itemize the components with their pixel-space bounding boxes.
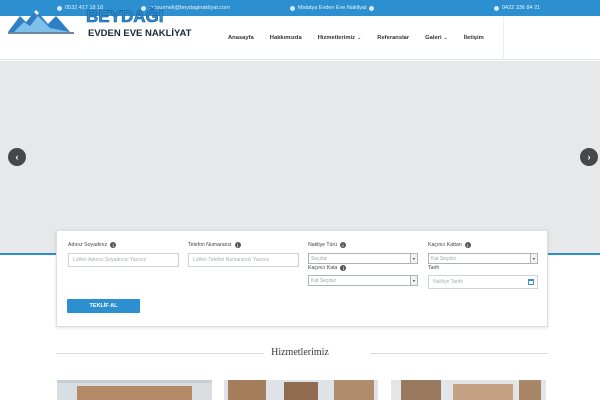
- hero-slider: [0, 61, 600, 255]
- to-floor-select-value: Kat Seçiniz: [311, 277, 337, 284]
- nav-item-gallery[interactable]: Galeri ⌄: [417, 16, 456, 60]
- info-icon[interactable]: i: [234, 242, 241, 248]
- nav-item-services[interactable]: Hizmetlerimiz ⌄: [310, 16, 370, 60]
- name-input[interactable]: Lütfen Adınızı Soyadınızı Yazınız: [68, 253, 179, 267]
- nav-item-label: Hizmetlerimiz: [317, 35, 356, 41]
- nav-item-label: Anasayfa: [228, 35, 254, 41]
- service-card[interactable]: [224, 380, 378, 400]
- from-floor-select[interactable]: Kat Seçiniz ▾: [428, 253, 538, 264]
- title-line-right: [370, 353, 548, 354]
- phone-input[interactable]: Lütfen Telefon Numaranızı Yazınız: [188, 253, 299, 267]
- service-card[interactable]: [57, 380, 212, 400]
- chevron-right-icon: ›: [587, 152, 591, 162]
- info-icon[interactable]: i: [110, 242, 117, 248]
- date-label: Tarih: [428, 265, 439, 271]
- name-label: Adınız Soyadınız i: [68, 242, 117, 248]
- site-logo[interactable]: BEYDAĞI EVDEN EVE NAKLİYAT: [8, 4, 193, 40]
- location-icon: [290, 5, 295, 11]
- nav-item-label: İletişim: [463, 35, 484, 41]
- type-label: Nakliye Türü i: [308, 242, 347, 248]
- info-icon[interactable]: i: [340, 242, 347, 248]
- nav-item-about[interactable]: Hakkımızda: [262, 16, 310, 60]
- service-card[interactable]: [391, 380, 546, 400]
- submit-quote-button[interactable]: TEKLİF AL: [67, 299, 140, 313]
- globe-icon: [369, 5, 375, 11]
- date-label-text: Tarih: [428, 265, 440, 271]
- from-floor-select-value: Kat Seçiniz: [431, 255, 457, 262]
- to-floor-select[interactable]: Kat Seçiniz ▾: [308, 275, 418, 286]
- caret-down-icon: ▾: [410, 254, 417, 263]
- chevron-left-icon: ‹: [15, 152, 19, 162]
- topbar-phone2-text: 0422 336 84 21: [502, 5, 541, 11]
- logo-brand: BEYDAĞI: [86, 7, 163, 26]
- building-image: [391, 380, 546, 400]
- logo-tagline: EVDEN EVE NAKLİYAT: [88, 28, 192, 39]
- topbar-location-text: Malatya Evden Eve Nakliyat: [298, 5, 367, 11]
- from-floor-label-text: Kaçıncı Kattan: [428, 242, 462, 248]
- caret-down-icon: ▾: [410, 276, 417, 285]
- info-icon[interactable]: i: [464, 242, 471, 248]
- nav-divider: [503, 16, 504, 60]
- nav-item-label: Referanslar: [377, 35, 410, 41]
- type-select-value: Seçiniz: [311, 255, 328, 262]
- nav-item-label: Galeri: [425, 35, 442, 41]
- main-nav: Anasayfa Hakkımızda Hizmetlerimiz ⌄ Refe…: [220, 16, 492, 60]
- phone-label: Telefon Numaranız i: [188, 242, 241, 248]
- phone-icon: [494, 5, 499, 11]
- nav-item-label: Hakkımızda: [269, 35, 302, 41]
- nav-item-home[interactable]: Anasayfa: [220, 16, 262, 60]
- type-label-text: Nakliye Türü: [308, 242, 338, 248]
- building-image: [224, 380, 378, 400]
- slider-next-button[interactable]: ›: [580, 148, 598, 166]
- slider-prev-button[interactable]: ‹: [8, 148, 26, 166]
- date-input[interactable]: Nakliye Tarihi: [428, 275, 538, 289]
- to-floor-label: Kaçıncı Kata i: [308, 265, 347, 271]
- phone-label-text: Telefon Numaranız: [188, 242, 232, 248]
- topbar-phone2[interactable]: 0422 336 84 21: [494, 0, 540, 16]
- to-floor-label-text: Kaçıncı Kata: [308, 265, 338, 271]
- from-floor-label: Kaçıncı Kattan i: [428, 242, 471, 248]
- info-icon[interactable]: i: [340, 265, 347, 271]
- name-label-text: Adınız Soyadınız: [68, 242, 108, 248]
- nav-item-references[interactable]: Referanslar: [369, 16, 417, 60]
- calendar-icon: [528, 279, 534, 285]
- chevron-down-icon: ⌄: [357, 35, 362, 41]
- caret-down-icon: ▾: [530, 254, 537, 263]
- nav-item-contact[interactable]: İletişim: [456, 16, 492, 60]
- topbar-location[interactable]: Malatya Evden Eve Nakliyat: [290, 0, 375, 16]
- building-image: [57, 380, 212, 400]
- type-select[interactable]: Seçiniz ▾: [308, 253, 418, 264]
- date-placeholder: Nakliye Tarihi: [433, 279, 463, 285]
- chevron-down-icon: ⌄: [443, 35, 448, 41]
